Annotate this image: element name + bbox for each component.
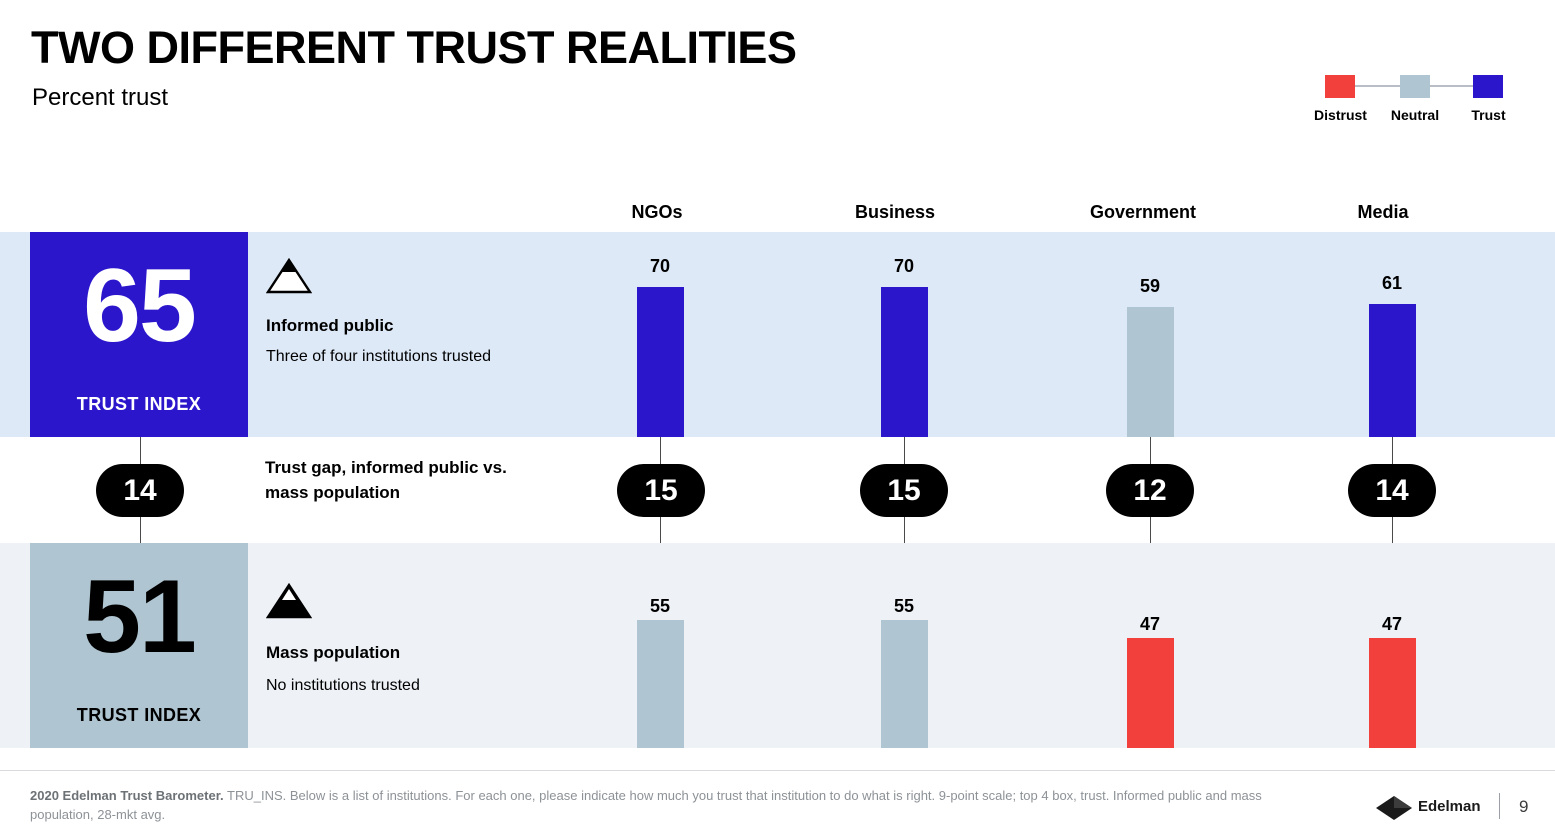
legend-label-distrust: Distrust xyxy=(1314,107,1367,123)
column-header-media: Media xyxy=(1357,202,1409,222)
informed-public-index-block: 65 TRUST INDEX xyxy=(30,232,248,437)
bar-mass-business xyxy=(881,620,928,748)
bar-mass-government xyxy=(1127,638,1174,748)
informed-public-name: Informed public xyxy=(266,316,394,335)
trust-gap-label: Trust gap, informed public vs. mass popu… xyxy=(265,458,507,502)
bar-value-informed-media: 61 xyxy=(1381,273,1403,293)
triangle-top-filled-icon xyxy=(266,258,312,294)
gap-pill-media: 14 xyxy=(1348,464,1436,517)
mass-population-description: Mass population No institutions trusted xyxy=(266,583,496,696)
bar-informed-ngos xyxy=(637,287,684,437)
mass-population-note: No institutions trusted xyxy=(266,677,420,694)
bar-value-informed-ngos: 70 xyxy=(649,256,671,276)
column-header-ngos: NGOs xyxy=(631,202,683,222)
footer-divider xyxy=(0,770,1555,771)
slide-canvas: TWO DIFFERENT TRUST REALITIES Percent tr… xyxy=(0,0,1555,837)
page-title: TWO DIFFERENT TRUST REALITIES xyxy=(31,22,797,73)
brand-name: Edelman xyxy=(1418,798,1481,815)
bar-value-informed-business: 70 xyxy=(893,256,915,276)
bar-informed-business xyxy=(881,287,928,437)
page-subtitle: Percent trust xyxy=(32,84,169,111)
gap-pill-index: 14 xyxy=(96,464,184,517)
gap-pill-government: 12 xyxy=(1106,464,1194,517)
footnote: 2020 Edelman Trust Barometer. TRU_INS. B… xyxy=(30,786,1320,824)
bar-value-mass-ngos: 55 xyxy=(649,596,671,616)
mass-population-index-value: 51 xyxy=(83,559,197,675)
bar-mass-ngos xyxy=(637,620,684,748)
column-header-business: Business xyxy=(855,202,936,222)
footnote-source: 2020 Edelman Trust Barometer. xyxy=(30,788,224,803)
bar-mass-media xyxy=(1369,638,1416,748)
mass-population-name: Mass population xyxy=(266,643,401,662)
mass-population-index-block: 51 TRUST INDEX xyxy=(30,543,248,748)
edelman-logo-icon xyxy=(1376,796,1412,820)
gap-pill-ngos: 15 xyxy=(617,464,705,517)
bar-value-mass-government: 47 xyxy=(1139,614,1161,634)
mass-population-index-caption: TRUST INDEX xyxy=(76,705,202,725)
bar-informed-government xyxy=(1127,307,1174,437)
triangle-mostly-filled-icon xyxy=(266,583,312,619)
legend-label-trust: Trust xyxy=(1471,107,1506,123)
legend-swatch-distrust xyxy=(1325,75,1355,98)
informed-public-note: Three of four institutions trusted xyxy=(266,348,491,365)
informed-public-index-value: 65 xyxy=(83,248,197,364)
bar-value-mass-media: 47 xyxy=(1381,614,1403,634)
gap-pill-business: 15 xyxy=(860,464,948,517)
legend-label-neutral: Neutral xyxy=(1390,107,1440,123)
column-header-government: Government xyxy=(1089,202,1197,222)
informed-public-index-caption: TRUST INDEX xyxy=(76,394,202,414)
bar-value-informed-government: 59 xyxy=(1139,276,1161,296)
page-number: 9 xyxy=(1519,797,1529,816)
legend: Distrust Neutral Trust xyxy=(1314,70,1528,125)
legend-swatch-neutral xyxy=(1400,75,1430,98)
bar-informed-media xyxy=(1369,304,1416,437)
bar-value-mass-business: 55 xyxy=(893,596,915,616)
brand-separator xyxy=(1499,793,1500,819)
informed-public-description: Informed public Three of four institutio… xyxy=(266,258,496,367)
legend-swatch-trust xyxy=(1473,75,1503,98)
